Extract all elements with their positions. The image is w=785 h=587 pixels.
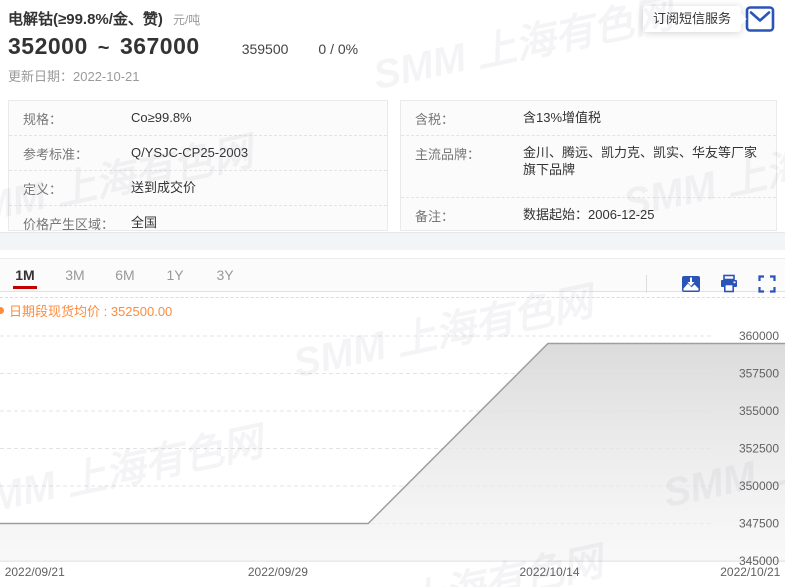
svg-text:2022/09/21: 2022/09/21 xyxy=(5,565,65,579)
row-label: 备注： xyxy=(415,206,523,225)
svg-text:360000: 360000 xyxy=(739,329,779,343)
row-value: Co≥99.8% xyxy=(131,109,373,128)
row-label: 定义： xyxy=(23,179,131,198)
price-low: 352000 xyxy=(8,33,88,60)
tab-label: 3M xyxy=(65,267,84,283)
price-chart-card: 1M 3M 6M 1Y 3Y xyxy=(0,250,785,587)
update-date: 更新日期：2022-10-21 xyxy=(8,66,140,85)
spec-info-table: 规格： Co≥99.8% 参考标准： Q/YSJC-CP25-2003 定义： … xyxy=(8,100,388,231)
active-tab-underline xyxy=(13,286,37,289)
price-row: 352000 ~ 367000 359500 0 / 0% xyxy=(8,33,358,60)
svg-text:355000: 355000 xyxy=(739,404,779,418)
save-image-icon[interactable] xyxy=(681,274,701,294)
subscribe-sms-tooltip[interactable]: 订阅短信服务 xyxy=(643,6,741,32)
price-unit: 元/吨 xyxy=(173,11,200,28)
tab-label: 6M xyxy=(115,267,134,283)
row-value: 数据起始：2006-12-25 xyxy=(523,206,762,225)
table-row: 备注： 数据起始：2006-12-25 xyxy=(401,198,776,232)
dashed-separator xyxy=(0,297,785,298)
tab-3m[interactable]: 3M xyxy=(50,259,100,292)
row-label: 价格产生区域： xyxy=(23,214,131,233)
row-label: 含税： xyxy=(415,109,523,128)
price-area-chart[interactable]: 3450003475003500003525003550003575003600… xyxy=(0,315,785,580)
table-row: 含税： 含13%增值税 xyxy=(401,101,776,136)
tab-label: 1Y xyxy=(166,267,183,283)
price-high: 367000 xyxy=(120,33,200,60)
table-row: 参考标准： Q/YSJC-CP25-2003 xyxy=(9,136,387,171)
svg-text:347500: 347500 xyxy=(739,517,779,531)
print-icon[interactable] xyxy=(719,274,739,294)
tab-6m[interactable]: 6M xyxy=(100,259,150,292)
svg-text:357500: 357500 xyxy=(739,367,779,381)
tab-1m[interactable]: 1M xyxy=(0,259,50,292)
x-axis-labels: 2022/09/21 2022/09/29 2022/10/14 2022/10/21 xyxy=(5,565,781,579)
smm-price-page: 电解钴(≥99.8%/金、赞) 元/吨 352000 ~ 367000 3595… xyxy=(0,0,785,587)
legend-marker-icon xyxy=(0,307,4,314)
row-value: 金川、腾远、凯力克、凯实、华友等厂家旗下品牌 xyxy=(523,144,762,190)
tab-1y[interactable]: 1Y xyxy=(150,259,200,292)
page-title: 电解钴(≥99.8%/金、赞) xyxy=(8,8,163,29)
chart-toolbar xyxy=(646,267,777,301)
title-row: 电解钴(≥99.8%/金、赞) 元/吨 xyxy=(8,8,200,29)
svg-text:2022/09/29: 2022/09/29 xyxy=(248,565,308,579)
row-label: 规格： xyxy=(23,109,131,128)
row-value: 含13%增值税 xyxy=(523,109,762,128)
svg-text:350000: 350000 xyxy=(739,479,779,493)
area-fill xyxy=(0,344,785,562)
row-value: 送到成交价 xyxy=(131,179,373,198)
svg-text:352500: 352500 xyxy=(739,442,779,456)
svg-text:2022/10/14: 2022/10/14 xyxy=(519,565,579,579)
toolbar-divider xyxy=(646,275,647,293)
row-label: 参考标准： xyxy=(23,144,131,163)
row-value: 全国 xyxy=(131,214,373,233)
mail-envelope-icon[interactable] xyxy=(745,5,775,33)
svg-text:2022/10/21: 2022/10/21 xyxy=(720,565,780,579)
tab-label: 1M xyxy=(15,267,34,283)
tab-label: 3Y xyxy=(216,267,233,283)
tab-3y[interactable]: 3Y xyxy=(200,259,250,292)
fullscreen-icon[interactable] xyxy=(757,274,777,294)
table-row: 定义： 送到成交价 xyxy=(9,171,387,206)
table-row: 价格产生区域： 全国 xyxy=(9,206,387,240)
price-change: 0 / 0% xyxy=(318,41,358,57)
row-value: Q/YSJC-CP25-2003 xyxy=(131,144,373,163)
table-row: 规格： Co≥99.8% xyxy=(9,101,387,136)
price-average: 359500 xyxy=(242,41,289,57)
row-label: 主流品牌： xyxy=(415,144,523,190)
subscribe-sms-label: 订阅短信服务 xyxy=(653,11,731,26)
price-separator: ~ xyxy=(98,37,110,60)
product-header-card: 电解钴(≥99.8%/金、赞) 元/吨 352000 ~ 367000 3595… xyxy=(0,0,785,233)
range-tab-bar: 1M 3M 6M 1Y 3Y xyxy=(0,258,785,292)
tax-brand-info-table: 含税： 含13%增值税 主流品牌： 金川、腾远、凯力克、凯实、华友等厂家旗下品牌… xyxy=(400,100,777,231)
table-row: 主流品牌： 金川、腾远、凯力克、凯实、华友等厂家旗下品牌 xyxy=(401,136,776,198)
